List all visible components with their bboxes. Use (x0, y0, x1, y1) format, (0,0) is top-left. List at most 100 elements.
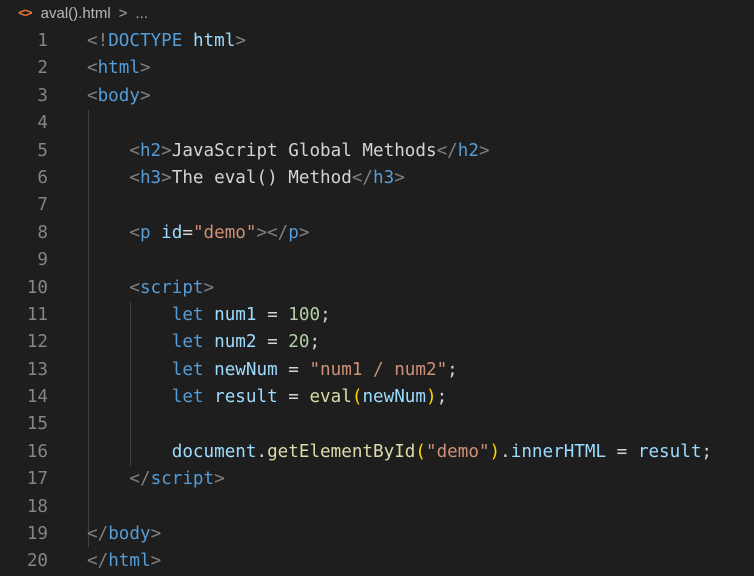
token-tag: p (139, 222, 151, 243)
line-number: 5 (37, 140, 48, 161)
token-punct: > (478, 140, 490, 161)
token-punct: > (235, 31, 246, 51)
code-line[interactable]: 4 (0, 110, 754, 137)
token-op: . (256, 441, 268, 462)
line-text: let result = eval(newNum); (87, 384, 447, 411)
token-op: ; (320, 304, 331, 325)
token-op (87, 141, 129, 161)
line-number: 9 (37, 250, 48, 271)
token-doctype-b: html (192, 31, 236, 51)
token-punct: > (298, 222, 310, 243)
line-number: 15 (26, 414, 48, 435)
token-var: result (214, 387, 278, 408)
token-punct: </ (87, 524, 109, 545)
code-line[interactable]: 5 <h2>JavaScript Global Methods</h2> (0, 138, 754, 165)
line-number: 8 (37, 222, 48, 243)
token-op: ; (701, 441, 713, 462)
code-editor[interactable]: <> aval().html > ... 1 <!DOCTYPE html> 2 <h… (0, 0, 754, 576)
code-line[interactable]: 17 </script> (0, 466, 754, 493)
code-line[interactable]: 10 <script> (0, 275, 754, 302)
token-op (204, 305, 215, 325)
token-num: 20 (288, 332, 310, 353)
token-op (87, 305, 172, 325)
code-area[interactable]: 1 <!DOCTYPE html> 2 <html> 3 <body> 4 5 <h2>Jav… (0, 28, 754, 576)
token-tag: body (97, 85, 140, 106)
code-line[interactable]: 1 <!DOCTYPE html> (0, 28, 754, 55)
token-var: newNum (214, 359, 278, 380)
token-op (204, 360, 215, 380)
token-op: = (277, 359, 310, 380)
token-paren: ) (489, 441, 501, 462)
code-line[interactable]: 8 <p id="demo"></p> (0, 220, 754, 247)
token-punct: > (394, 167, 405, 188)
line-text: <script> (87, 275, 214, 302)
line-number: 2 (37, 58, 48, 79)
line-number: 12 (26, 332, 48, 353)
code-line[interactable]: 20 </html> (0, 548, 754, 575)
token-var: num1 (214, 304, 257, 325)
line-text: </body> (87, 521, 161, 548)
token-op: ; (309, 332, 321, 353)
line-number: 10 (26, 277, 48, 298)
token-op (87, 387, 172, 407)
code-line[interactable]: 2 <html> (0, 55, 754, 82)
line-text: <h2>JavaScript Global Methods</h2> (87, 138, 490, 165)
code-line[interactable]: 11 let num1 = 100; (0, 302, 754, 329)
code-line[interactable]: 6 <h3>The eval() Method</h3> (0, 165, 754, 192)
breadcrumb-more[interactable]: ... (135, 5, 148, 22)
token-op (87, 442, 172, 462)
token-punct: </ (351, 167, 374, 188)
code-line[interactable]: 13 let newNum = "num1 / num2"; (0, 357, 754, 384)
token-op (204, 387, 215, 407)
token-paren: ( (351, 387, 363, 408)
code-line[interactable]: 3 <body> (0, 83, 754, 110)
token-punct: <! (87, 31, 109, 51)
token-op: = (256, 332, 289, 353)
line-number: 1 (37, 31, 48, 51)
line-text: <!DOCTYPE html> (87, 28, 246, 55)
token-tag: script (150, 469, 215, 490)
token-op: . (500, 441, 511, 462)
code-line[interactable]: 15 (0, 411, 754, 438)
token-punct: ></ (256, 222, 289, 243)
html-file-icon: <> (18, 5, 33, 21)
line-number: 16 (26, 441, 48, 462)
token-op (151, 223, 162, 243)
token-punct: > (139, 85, 151, 106)
token-punct: > (161, 140, 172, 161)
token-op: = (277, 387, 310, 408)
token-tag: h3 (139, 167, 162, 188)
code-line[interactable]: 16 document.getElementById("demo").inner… (0, 439, 754, 466)
token-tag: script (139, 277, 204, 298)
line-text: <p id="demo"></p> (87, 220, 309, 247)
token-punct: < (129, 167, 140, 188)
breadcrumb-file[interactable]: aval().html (41, 5, 111, 22)
token-kw: let (171, 387, 204, 408)
token-tag: p (288, 222, 299, 243)
token-var: document (171, 441, 257, 462)
token-kw: let (171, 359, 204, 380)
token-op (204, 332, 215, 352)
code-line[interactable]: 19 </body> (0, 521, 754, 548)
breadcrumb-separator: > (118, 4, 128, 22)
code-line[interactable]: 18 (0, 494, 754, 521)
line-number: 19 (26, 524, 48, 545)
token-op (87, 223, 129, 243)
code-line[interactable]: 12 let num2 = 20; (0, 329, 754, 356)
line-number: 20 (26, 551, 48, 572)
line-text: </html> (87, 548, 161, 575)
line-number: 11 (26, 304, 48, 325)
token-text: JavaScript Global Methods (171, 140, 437, 161)
token-punct: > (203, 277, 215, 298)
code-line[interactable]: 7 (0, 192, 754, 219)
code-line[interactable]: 14 let result = eval(newNum); (0, 384, 754, 411)
line-number: 6 (37, 167, 48, 188)
token-op (87, 360, 172, 380)
token-punct: </ (436, 140, 458, 161)
token-punct: < (129, 222, 140, 243)
code-line[interactable]: 9 (0, 247, 754, 274)
token-var: result (637, 441, 702, 462)
token-punct: < (129, 277, 140, 298)
token-punct: > (150, 551, 162, 572)
token-tag: body (108, 524, 151, 545)
